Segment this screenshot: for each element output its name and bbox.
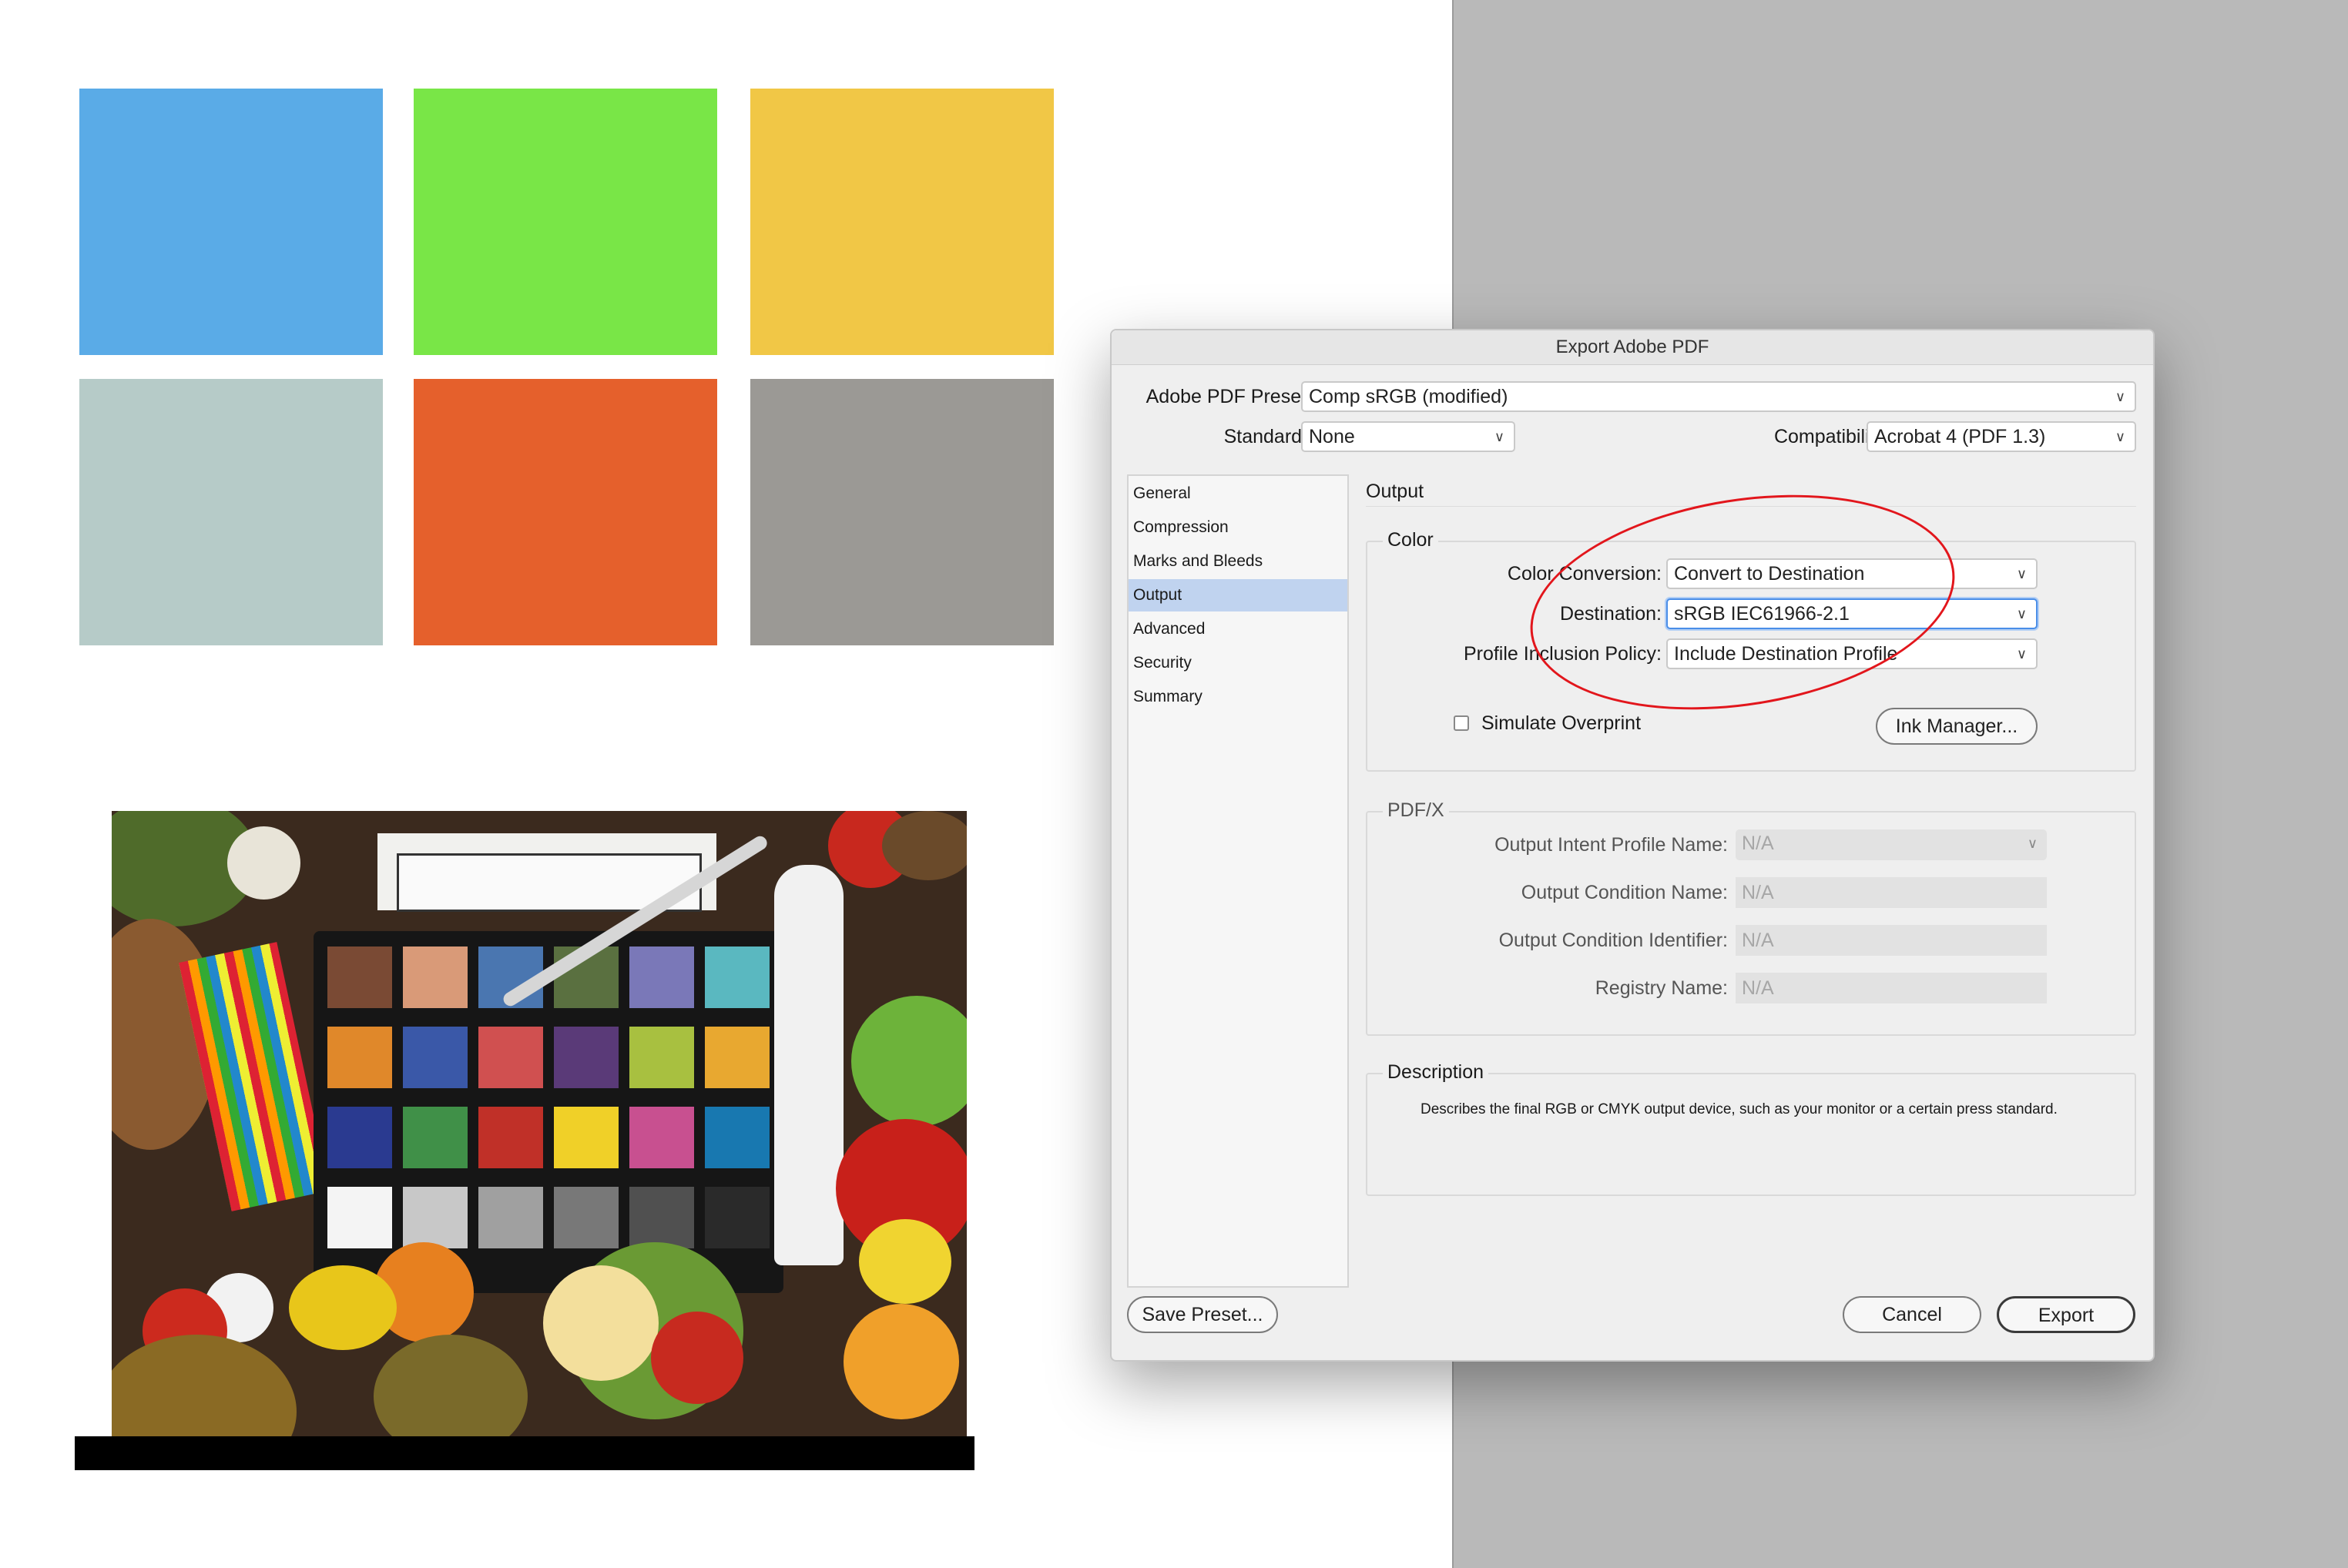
chevron-down-icon: ∨: [1494, 429, 1504, 444]
photo-green-pepper: [851, 996, 967, 1127]
chevron-down-icon: ∨: [2016, 606, 2027, 622]
sidebar-item-security[interactable]: Security: [1129, 647, 1347, 679]
description-group: [1366, 1073, 2136, 1196]
photo-checker-patch: [629, 1187, 694, 1248]
standard-select[interactable]: None ∨: [1301, 421, 1515, 452]
photo-checker-patch: [478, 1027, 543, 1088]
photo-checker-patch: [705, 946, 770, 1008]
output-intent-select[interactable]: N/A ∨: [1736, 829, 2047, 860]
sidebar-item-output[interactable]: Output: [1129, 579, 1347, 611]
photo-orange: [844, 1304, 959, 1419]
color-swatch-blue: [79, 89, 383, 355]
photo-checker-patch: [629, 1027, 694, 1088]
dialog-sidebar: General Compression Marks and Bleeds Out…: [1127, 474, 1349, 1288]
photo-checker-patch: [403, 1187, 468, 1248]
color-swatch-green: [414, 89, 717, 355]
photo-checker-patch: [327, 1107, 392, 1168]
color-group-title: Color: [1383, 529, 1438, 551]
photo-checker-patch: [554, 1107, 619, 1168]
simulate-overprint-checkbox[interactable]: [1454, 715, 1469, 731]
chevron-down-icon: ∨: [2027, 836, 2038, 851]
photo-checker-patch: [705, 1107, 770, 1168]
output-condition-identifier-field[interactable]: N/A: [1736, 925, 2047, 956]
pdfx-group-title: PDF/X: [1383, 799, 1449, 822]
photo-checker-patch: [403, 1027, 468, 1088]
ink-manager-button[interactable]: Ink Manager...: [1876, 708, 2038, 745]
photo-lemon: [859, 1219, 951, 1304]
preset-select-value: Comp sRGB (modified): [1309, 386, 1508, 407]
preset-select[interactable]: Comp sRGB (modified) ∨: [1301, 381, 2136, 412]
preset-label: Adobe PDF Preset:: [1145, 386, 1312, 407]
photo-checker-patch: [705, 1027, 770, 1088]
photo-checker-patch: [629, 946, 694, 1008]
output-intent-label: Output Intent Profile Name:: [1494, 834, 1728, 856]
photo-checker-patch: [478, 1187, 543, 1248]
simulate-overprint-label: Simulate Overprint: [1481, 712, 1642, 734]
export-pdf-dialog: Export Adobe PDF Adobe PDF Preset: Comp …: [1110, 329, 2155, 1362]
photo-checker-patch: [403, 1107, 468, 1168]
photo-statue: [774, 865, 844, 1265]
photo-bottom-bar: [75, 1436, 974, 1470]
panel-title: Output: [1366, 481, 1424, 502]
sidebar-item-summary[interactable]: Summary: [1129, 681, 1347, 713]
standard-select-value: None: [1309, 426, 1355, 447]
photo-grapefruit: [543, 1265, 659, 1381]
export-button[interactable]: Export: [1997, 1296, 2135, 1333]
photo-checker-patch: [327, 1187, 392, 1248]
output-intent-select-value: N/A: [1742, 833, 1774, 854]
registry-name-label: Registry Name:: [1595, 977, 1728, 999]
photo-walnut: [882, 811, 967, 880]
photo-checker-patch: [327, 1027, 392, 1088]
description-text: Describes the final RGB or CMYK output d…: [1421, 1101, 2058, 1117]
description-group-title: Description: [1383, 1061, 1489, 1084]
save-preset-button[interactable]: Save Preset...: [1127, 1296, 1278, 1333]
color-swatch-light-gray-blue: [79, 379, 383, 645]
color-swatch-gray: [750, 379, 1054, 645]
compatibility-select[interactable]: Acrobat 4 (PDF 1.3) ∨: [1867, 421, 2136, 452]
compatibility-label: Compatibility:: [1773, 426, 1890, 447]
registry-name-field[interactable]: N/A: [1736, 973, 2047, 1003]
chevron-down-icon: ∨: [2115, 429, 2125, 444]
photo-checker-patch: [554, 1027, 619, 1088]
output-condition-name-field[interactable]: N/A: [1736, 877, 2047, 908]
photo-checker-patch: [629, 1107, 694, 1168]
color-checker-photo: [112, 811, 967, 1436]
output-condition-identifier-label: Output Condition Identifier:: [1498, 930, 1728, 951]
compatibility-select-value: Acrobat 4 (PDF 1.3): [1874, 426, 2046, 447]
dialog-title: Export Adobe PDF: [1112, 330, 2153, 365]
standard-label: Standard:: [1223, 426, 1307, 447]
sidebar-item-advanced[interactable]: Advanced: [1129, 613, 1347, 645]
chevron-down-icon: ∨: [2016, 566, 2027, 581]
chevron-down-icon: ∨: [2115, 389, 2125, 404]
color-swatch-orange: [414, 379, 717, 645]
output-condition-name-label: Output Condition Name:: [1521, 882, 1728, 903]
sidebar-item-marks-and-bleeds[interactable]: Marks and Bleeds: [1129, 545, 1347, 578]
photo-checker-patch: [327, 946, 392, 1008]
photo-garlic: [227, 826, 300, 900]
color-swatch-yellow: [750, 89, 1054, 355]
photo-kiwi: [374, 1335, 528, 1436]
photo-checker-patch: [478, 1107, 543, 1168]
sidebar-item-general[interactable]: General: [1129, 477, 1347, 510]
photo-checker-patch: [403, 946, 468, 1008]
photo-yellow-pepper: [289, 1265, 397, 1350]
photo-pineapple: [112, 1335, 297, 1436]
sidebar-item-compression[interactable]: Compression: [1129, 511, 1347, 544]
chevron-down-icon: ∨: [2016, 646, 2027, 662]
photo-checker-patch: [705, 1187, 770, 1248]
cancel-button[interactable]: Cancel: [1843, 1296, 1981, 1333]
photo-apple: [651, 1312, 743, 1404]
photo-checker-patch: [554, 1187, 619, 1248]
